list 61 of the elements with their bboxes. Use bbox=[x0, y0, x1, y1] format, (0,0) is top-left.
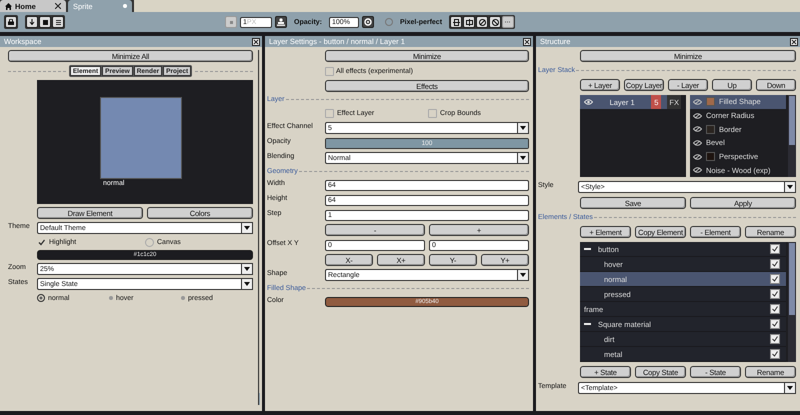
more-button[interactable] bbox=[502, 16, 514, 28]
scrollbar[interactable] bbox=[788, 95, 796, 177]
stamp-button[interactable] bbox=[275, 16, 287, 28]
radio-button[interactable] bbox=[109, 296, 113, 300]
lock-icon bbox=[8, 19, 14, 25]
eye-icon[interactable] bbox=[584, 99, 593, 105]
checkbox[interactable] bbox=[770, 244, 780, 254]
close-icon[interactable] bbox=[523, 38, 531, 46]
checkbox[interactable] bbox=[325, 66, 334, 76]
close-icon[interactable] bbox=[790, 38, 798, 46]
caret-icon[interactable] bbox=[241, 223, 252, 233]
checkbox[interactable] bbox=[770, 289, 780, 299]
eye-icon[interactable] bbox=[693, 140, 702, 146]
checkbox[interactable] bbox=[325, 108, 334, 118]
lock-button[interactable] bbox=[5, 16, 17, 28]
magnifier-icon bbox=[364, 18, 372, 26]
eye-icon[interactable] bbox=[693, 167, 702, 174]
radio-button[interactable] bbox=[181, 296, 185, 300]
save-button[interactable] bbox=[39, 16, 51, 28]
caret-icon[interactable] bbox=[517, 270, 528, 280]
caret-icon[interactable] bbox=[784, 182, 795, 192]
slashed-circle-icon bbox=[492, 18, 499, 26]
down-arrow-icon bbox=[29, 19, 35, 25]
eye-icon[interactable] bbox=[693, 112, 702, 118]
caret-icon[interactable] bbox=[241, 264, 252, 274]
eye-icon[interactable] bbox=[693, 154, 702, 160]
caret-icon[interactable] bbox=[517, 123, 528, 133]
flip-button[interactable] bbox=[476, 16, 488, 28]
align-icon bbox=[466, 18, 473, 26]
align-icon bbox=[452, 18, 460, 26]
checkbox[interactable] bbox=[770, 334, 780, 344]
zoom-button[interactable] bbox=[362, 16, 374, 28]
checkbox[interactable] bbox=[770, 319, 780, 329]
checkbox[interactable] bbox=[145, 238, 154, 246]
eye-icon[interactable] bbox=[693, 98, 702, 105]
caret-icon[interactable] bbox=[517, 153, 528, 163]
scrollbar[interactable] bbox=[258, 50, 260, 405]
square-icon bbox=[42, 20, 48, 24]
grid-button[interactable] bbox=[52, 16, 64, 28]
checkbox[interactable] bbox=[37, 238, 46, 246]
close-icon[interactable] bbox=[252, 38, 260, 46]
checkbox[interactable] bbox=[770, 349, 780, 359]
scrollbar[interactable] bbox=[788, 242, 796, 362]
checkbox[interactable] bbox=[770, 259, 780, 269]
radio-button[interactable] bbox=[37, 294, 45, 302]
checkbox[interactable] bbox=[770, 274, 780, 284]
caret-icon[interactable] bbox=[241, 279, 252, 289]
stamp-icon bbox=[277, 18, 285, 26]
lines-icon bbox=[56, 20, 60, 24]
align-button[interactable] bbox=[450, 16, 462, 28]
close-icon[interactable] bbox=[55, 3, 61, 9]
home-icon bbox=[5, 2, 12, 10]
checkbox[interactable] bbox=[770, 304, 780, 314]
download-button[interactable] bbox=[26, 16, 38, 28]
caret-icon[interactable] bbox=[784, 383, 795, 393]
checkbox[interactable] bbox=[428, 108, 437, 118]
pixel-perfect-radio[interactable] bbox=[385, 18, 394, 26]
align-button[interactable] bbox=[463, 16, 476, 28]
slashed-circle-icon bbox=[478, 18, 486, 26]
flip-button[interactable] bbox=[489, 16, 502, 28]
eye-icon[interactable] bbox=[693, 126, 702, 132]
